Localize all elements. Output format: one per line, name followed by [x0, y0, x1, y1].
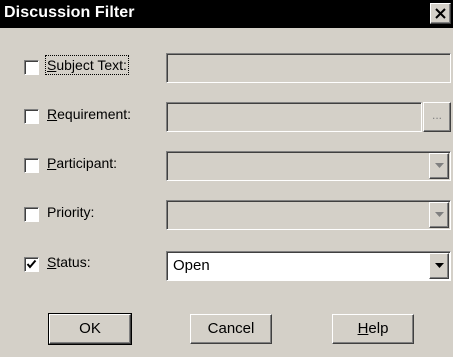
- requirement-checkbox[interactable]: [24, 109, 39, 124]
- dialog-title: Discussion Filter: [4, 4, 135, 21]
- participant-dropdown[interactable]: [166, 151, 451, 181]
- priority-checkbox[interactable]: [24, 207, 39, 222]
- filter-row-subject: Subject Text:: [0, 51, 453, 85]
- checkmark-icon: [26, 259, 37, 269]
- subject-label: Subject Text:: [45, 55, 129, 75]
- participant-label: Participant:: [47, 155, 118, 171]
- ok-button[interactable]: OK: [48, 313, 132, 345]
- participant-checkbox[interactable]: [24, 158, 39, 173]
- chevron-down-icon: [435, 163, 444, 168]
- chevron-down-icon: [435, 212, 444, 217]
- help-button[interactable]: Help: [332, 314, 414, 344]
- status-dropdown[interactable]: Open: [166, 251, 451, 281]
- title-bar[interactable]: Discussion Filter: [0, 0, 453, 28]
- close-x-icon: [435, 8, 446, 19]
- discussion-filter-dialog: Discussion Filter Subject Text: Requirem…: [0, 0, 453, 357]
- filter-row-participant: Participant:: [0, 149, 453, 183]
- filter-row-status: Status: Open: [0, 249, 453, 283]
- status-label: Status:: [47, 254, 91, 270]
- cancel-button[interactable]: Cancel: [190, 314, 272, 344]
- close-button[interactable]: [430, 3, 451, 24]
- priority-label: Priority:: [47, 204, 95, 220]
- chevron-down-icon: [435, 263, 444, 268]
- requirement-label: Requirement:: [47, 106, 132, 122]
- priority-dropdown-button[interactable]: [429, 202, 449, 228]
- filter-row-requirement: Requirement: ...: [0, 100, 453, 134]
- status-dropdown-button[interactable]: [429, 253, 449, 279]
- subject-checkbox[interactable]: [24, 60, 39, 75]
- subject-text-input[interactable]: [166, 53, 451, 83]
- status-selected-value: Open: [173, 257, 210, 274]
- participant-dropdown-button[interactable]: [429, 153, 449, 179]
- requirement-input[interactable]: [166, 102, 422, 132]
- status-checkbox[interactable]: [24, 257, 39, 272]
- requirement-browse-button[interactable]: ...: [423, 102, 451, 132]
- priority-dropdown[interactable]: [166, 200, 451, 230]
- filter-row-priority: Priority:: [0, 198, 453, 232]
